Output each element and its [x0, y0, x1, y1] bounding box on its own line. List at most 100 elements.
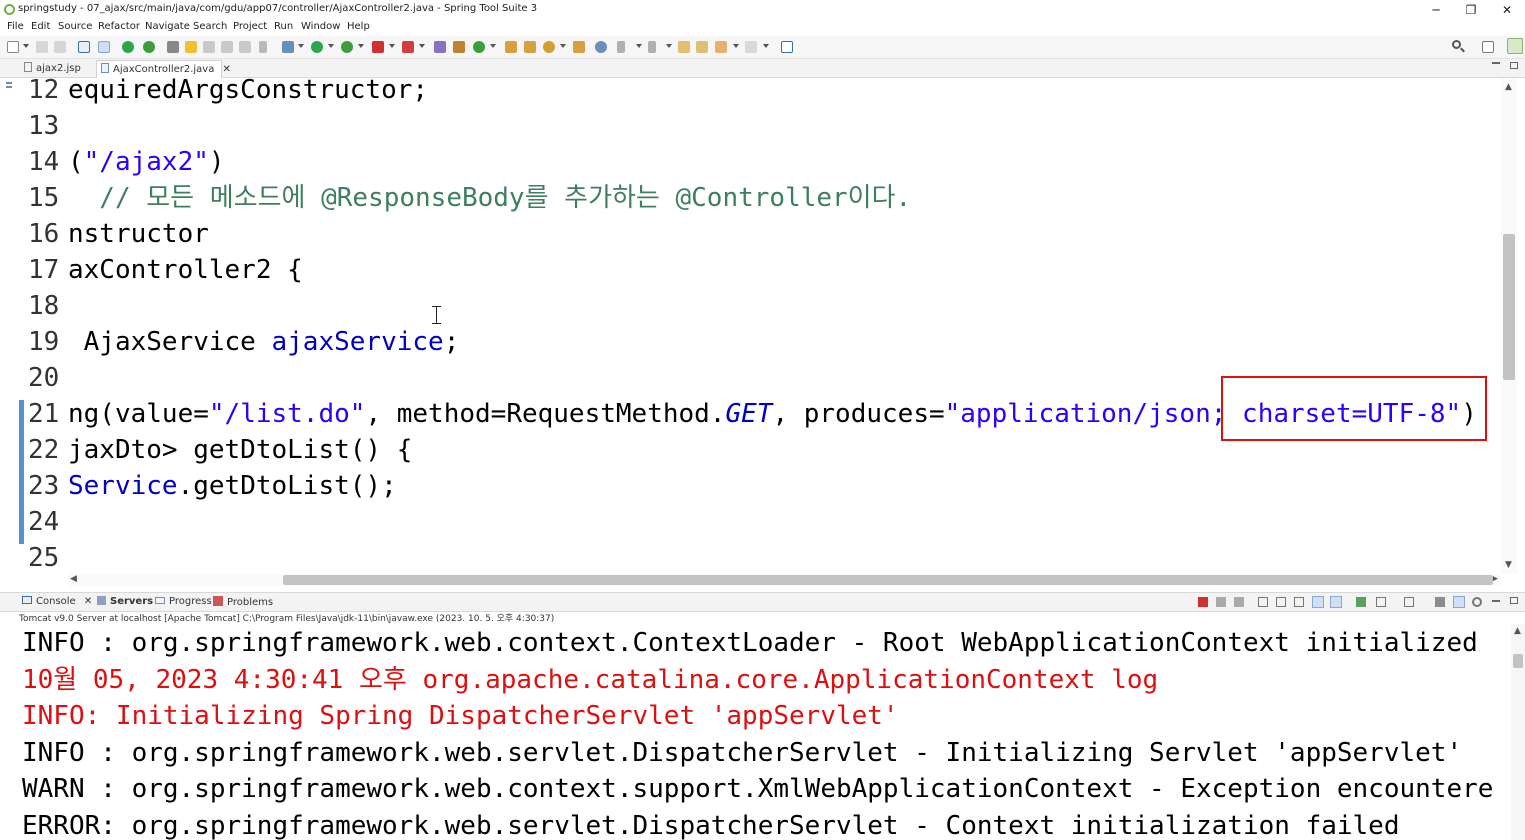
- show-stderr-icon[interactable]: [1330, 596, 1342, 608]
- pilcrow-icon[interactable]: [259, 41, 267, 53]
- code-line[interactable]: 13: [28, 108, 68, 144]
- dropdown-arrow-icon[interactable]: [763, 44, 769, 48]
- code-line[interactable]: 15 // 모든 메소드에 @ResponseBody를 추가하는 @Contr…: [28, 180, 911, 216]
- menu-navigate[interactable]: Navigate: [145, 21, 190, 32]
- code-line[interactable]: 24: [28, 504, 68, 540]
- show-stdout-icon[interactable]: [1312, 596, 1324, 608]
- tab-console[interactable]: Console ✕: [22, 596, 92, 607]
- dropdown-arrow-icon[interactable]: [298, 44, 304, 48]
- tab-progress[interactable]: Progress: [155, 596, 212, 607]
- debug-icon[interactable]: [122, 41, 134, 53]
- block-select-icon[interactable]: [221, 41, 233, 53]
- gear-icon[interactable]: [1472, 597, 1482, 607]
- forward-edit-icon[interactable]: [696, 41, 708, 53]
- spring-perspective-icon[interactable]: [1507, 38, 1523, 54]
- console-scroll-thumb[interactable]: [1513, 654, 1523, 668]
- console-vertical-scrollbar[interactable]: ▲: [1511, 624, 1525, 840]
- package-icon[interactable]: [453, 41, 465, 53]
- refresh-icon[interactable]: [143, 41, 155, 53]
- tab-servers[interactable]: Servers: [97, 596, 153, 607]
- menu-search[interactable]: Search: [193, 21, 227, 32]
- skip-breakpoints-icon[interactable]: [98, 41, 110, 53]
- code-line[interactable]: 22 jaxDto> getDtoList() {: [28, 432, 412, 468]
- menu-project[interactable]: Project: [233, 21, 267, 32]
- prev-annotation-icon[interactable]: [648, 41, 656, 53]
- minimize-editor-icon[interactable]: [1492, 62, 1500, 64]
- code-line[interactable]: 25: [28, 540, 68, 576]
- remove-all-icon[interactable]: [1234, 597, 1244, 607]
- code-line[interactable]: 17 axController2 {: [28, 252, 303, 288]
- new-class-icon[interactable]: [473, 41, 485, 53]
- terminal-icon[interactable]: [78, 41, 90, 53]
- dropdown-arrow-icon[interactable]: [636, 44, 642, 48]
- console-output[interactable]: INFO : org.springframework.web.context.C…: [0, 624, 1525, 840]
- server-icon[interactable]: [402, 41, 414, 53]
- highlight-icon[interactable]: [203, 41, 215, 53]
- menu-help[interactable]: Help: [347, 21, 370, 32]
- clear-console-icon[interactable]: [1258, 597, 1268, 607]
- scroll-up-icon[interactable]: ▲: [1514, 626, 1521, 636]
- debug-bug-icon[interactable]: [282, 41, 294, 53]
- editor-horizontal-scroll-thumb[interactable]: [283, 575, 1493, 585]
- word-wrap-icon[interactable]: [1294, 597, 1304, 607]
- stop-icon[interactable]: [372, 41, 384, 53]
- last-edit-icon[interactable]: [678, 41, 690, 53]
- new-icon[interactable]: [7, 41, 19, 53]
- code-editor[interactable]: 12 equiredArgsConstructor; 13 14 ("/ajax2") 1…: [0, 75, 1525, 586]
- code-line[interactable]: 20: [28, 360, 68, 396]
- tool-icon[interactable]: [167, 41, 179, 53]
- open-console-icon[interactable]: [1404, 597, 1414, 607]
- maximize-editor-icon[interactable]: [1510, 62, 1518, 69]
- dropdown-arrow-icon[interactable]: [328, 44, 334, 48]
- back-icon[interactable]: [715, 41, 727, 53]
- console-view-icon[interactable]: [1435, 597, 1445, 607]
- pin-console-icon[interactable]: [1356, 597, 1366, 607]
- dropdown-arrow-icon[interactable]: [560, 44, 566, 48]
- run-external-icon[interactable]: [341, 41, 353, 53]
- save-all-icon[interactable]: [54, 41, 66, 53]
- dropdown-arrow-icon[interactable]: [490, 44, 496, 48]
- code-line[interactable]: 18: [28, 288, 68, 324]
- globe-icon[interactable]: [595, 41, 607, 53]
- class-icon[interactable]: [434, 41, 446, 53]
- open-type-icon[interactable]: [505, 41, 517, 53]
- show-whitespace-icon[interactable]: [239, 41, 251, 53]
- perspective-icon[interactable]: [1482, 41, 1494, 53]
- tab-problems[interactable]: Problems: [213, 596, 273, 608]
- code-line[interactable]: 12 equiredArgsConstructor;: [28, 72, 428, 108]
- display-console-icon[interactable]: [1376, 597, 1386, 607]
- pin-editor-icon[interactable]: [781, 41, 793, 53]
- next-annotation-icon[interactable]: [617, 41, 625, 53]
- terminate-icon[interactable]: [1198, 597, 1208, 607]
- dropdown-arrow-icon[interactable]: [733, 44, 739, 48]
- open-resource-icon[interactable]: [524, 41, 536, 53]
- minimize-button[interactable]: ─: [1421, 0, 1451, 20]
- code-line[interactable]: 14 ("/ajax2"): [28, 144, 225, 180]
- menu-file[interactable]: File: [7, 21, 24, 32]
- scroll-lock-icon[interactable]: [1276, 597, 1286, 607]
- menu-edit[interactable]: Edit: [31, 21, 50, 32]
- menu-run[interactable]: Run: [274, 21, 293, 32]
- code-line[interactable]: 16 nstructor: [28, 216, 209, 252]
- tab-close-icon[interactable]: ✕: [84, 596, 92, 607]
- menu-window[interactable]: Window: [301, 21, 340, 32]
- menu-refactor[interactable]: Refactor: [98, 21, 140, 32]
- dropdown-arrow-icon[interactable]: [419, 44, 425, 48]
- restore-button[interactable]: ❐: [1456, 0, 1486, 20]
- dropdown-arrow-icon[interactable]: [23, 44, 29, 48]
- maximize-panel-icon[interactable]: [1510, 597, 1518, 604]
- minimize-panel-icon[interactable]: [1492, 600, 1500, 602]
- dropdown-arrow-icon[interactable]: [389, 44, 395, 48]
- editor-vertical-scroll-thumb[interactable]: [1503, 234, 1515, 380]
- scroll-up-icon[interactable]: ▲: [1505, 82, 1512, 92]
- folder-icon[interactable]: [573, 41, 585, 53]
- pen-icon[interactable]: [543, 41, 555, 53]
- dropdown-arrow-icon[interactable]: [666, 44, 672, 48]
- save-icon[interactable]: [36, 41, 48, 53]
- forward-icon[interactable]: [745, 41, 757, 53]
- mark-occurrences-icon[interactable]: [185, 41, 197, 53]
- menu-source[interactable]: Source: [58, 21, 92, 32]
- dropdown-arrow-icon[interactable]: [358, 44, 364, 48]
- run-icon[interactable]: [311, 41, 323, 53]
- remove-launch-icon[interactable]: [1216, 597, 1226, 607]
